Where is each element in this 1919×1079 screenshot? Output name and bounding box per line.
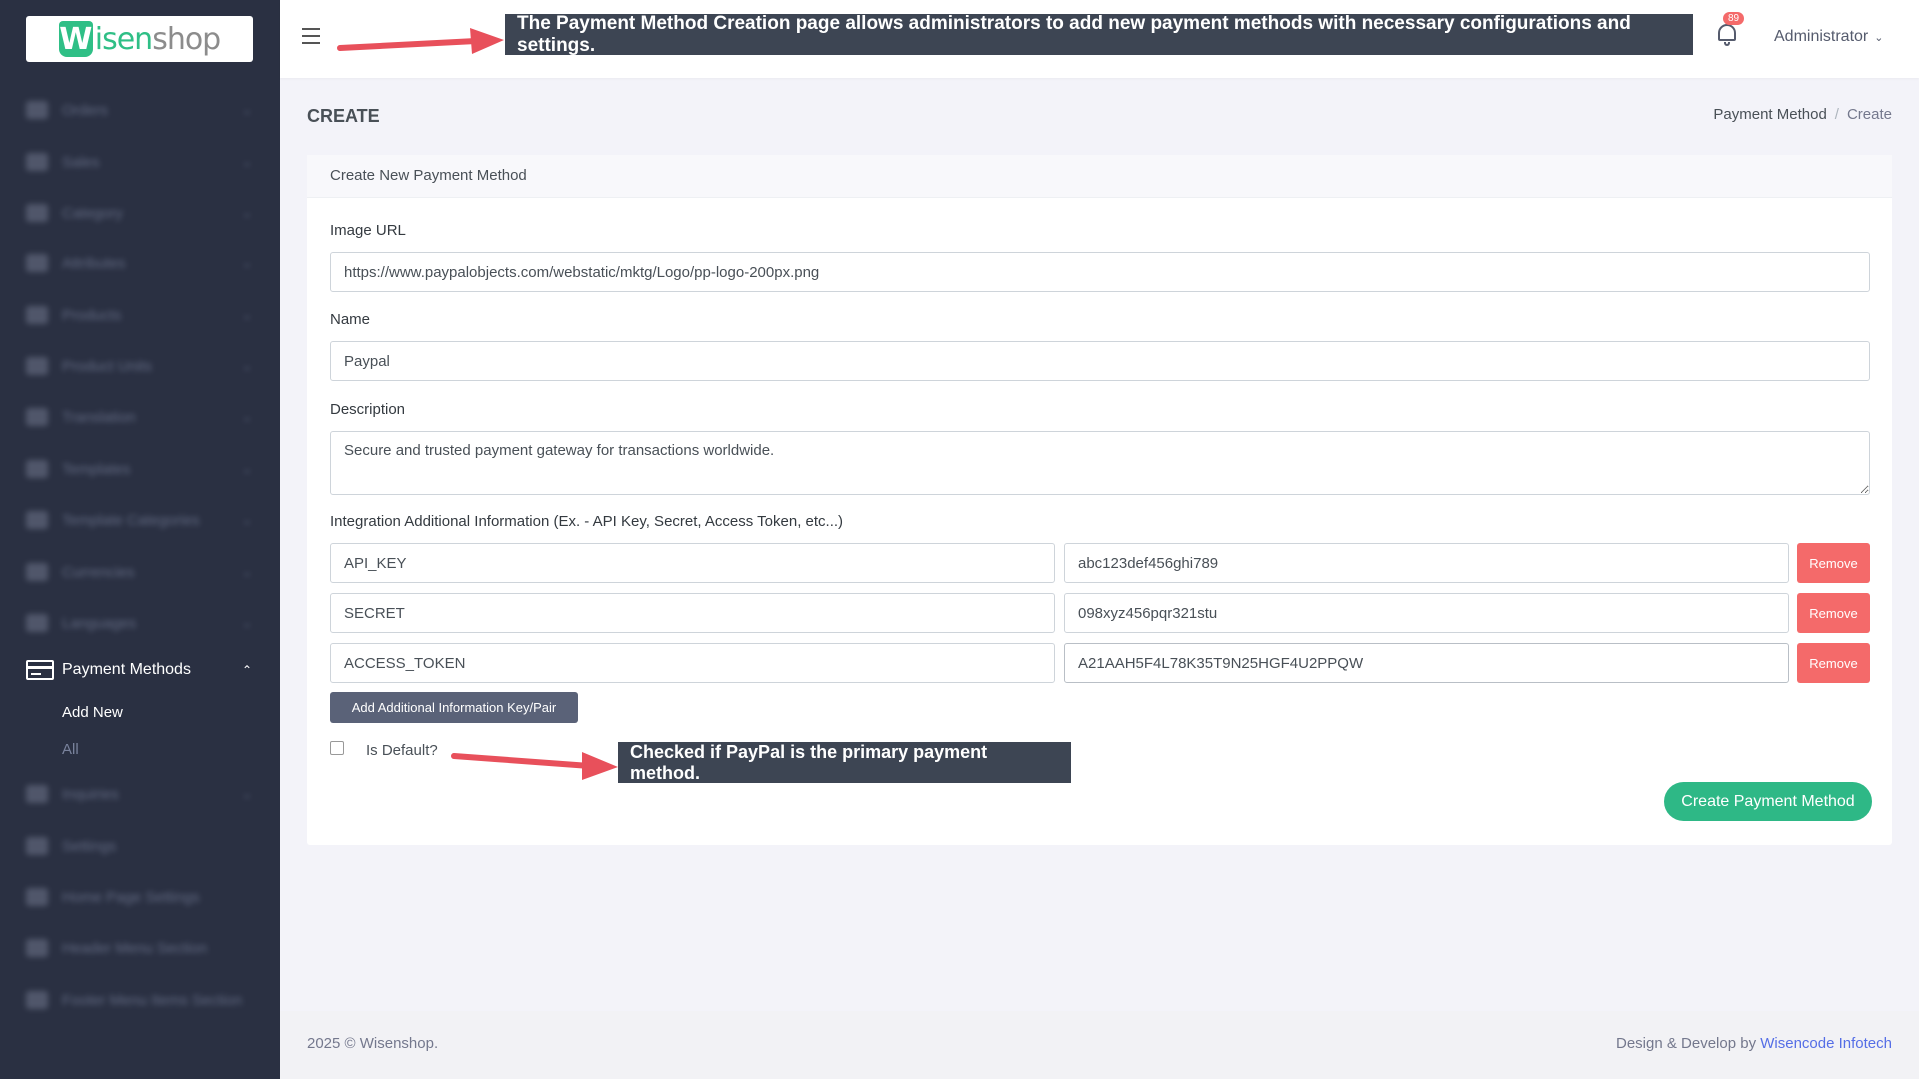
chevron-down-icon: ⌄ xyxy=(241,359,252,373)
sidebar-item-product-units[interactable]: Product Units ⌄ xyxy=(26,353,252,379)
notification-badge: 89 xyxy=(1723,12,1745,25)
sidebar-item-sales[interactable]: Sales ⌄ xyxy=(26,149,252,175)
user-menu[interactable]: Administrator ⌄ xyxy=(1774,28,1883,46)
sidebar-item-category[interactable]: Category ⌄ xyxy=(26,200,252,226)
pair-key-input[interactable] xyxy=(330,643,1055,683)
logo-mark-icon: W xyxy=(58,21,93,57)
sidebar-item-attributes[interactable]: Attributes ⌄ xyxy=(26,250,252,276)
chevron-down-icon: ⌄ xyxy=(241,155,252,169)
sidebar-item-currencies[interactable]: Currencies ⌄ xyxy=(26,559,252,585)
brand-logo[interactable]: W isenshop xyxy=(26,16,253,62)
chevron-down-icon: ⌄ xyxy=(241,103,252,117)
orders-icon xyxy=(26,101,48,119)
chevron-down-icon: ⌄ xyxy=(241,410,252,424)
templates-icon xyxy=(26,460,48,478)
remove-pair-button[interactable]: Remove xyxy=(1797,593,1870,633)
annotation-callout-top: The Payment Method Creation page allows … xyxy=(505,13,1693,56)
sidebar-item-translation[interactable]: Translation ⌄ xyxy=(26,404,252,430)
bell-icon[interactable] xyxy=(1716,22,1738,46)
name-input[interactable] xyxy=(330,341,1870,381)
sidebar: W isenshop Orders ⌄ Sales ⌄ Category ⌄ Attr… xyxy=(0,0,280,1079)
pair-value-input[interactable] xyxy=(1064,543,1789,583)
footer: 2025 © Wisenshop. Design & Develop by Wi… xyxy=(280,1011,1919,1079)
chevron-down-icon: ⌄ xyxy=(241,616,252,630)
hamburger-menu-icon[interactable] xyxy=(302,28,320,44)
sidebar-item-footer-menu[interactable]: Footer Menu Items Section xyxy=(26,987,252,1013)
languages-icon xyxy=(26,614,48,632)
add-pair-button[interactable]: Add Additional Information Key/Pair xyxy=(330,692,578,723)
annotation-arrow-icon xyxy=(337,28,504,54)
pair-value-input[interactable] xyxy=(1064,593,1789,633)
footer-menu-icon xyxy=(26,991,48,1009)
page-title: Create xyxy=(307,106,380,126)
sidebar-item-inquiries[interactable]: Inquiries ⌄ xyxy=(26,781,252,807)
annotation-arrow-icon xyxy=(451,752,618,780)
chevron-down-icon: ⌄ xyxy=(241,462,252,476)
sidebar-item-products[interactable]: Products ⌄ xyxy=(26,302,252,328)
sidebar-item-templates[interactable]: Templates ⌄ xyxy=(26,456,252,482)
template-categories-icon xyxy=(26,511,48,529)
remove-pair-button[interactable]: Remove xyxy=(1797,543,1870,583)
breadcrumb: Payment Method / Create xyxy=(1713,106,1892,123)
pair-key-input[interactable] xyxy=(330,543,1055,583)
inquiries-icon xyxy=(26,785,48,803)
description-label: Description xyxy=(330,401,406,418)
chevron-down-icon: ⌄ xyxy=(241,206,252,220)
credit-card-icon xyxy=(26,660,54,680)
image-url-input[interactable] xyxy=(330,252,1870,292)
sidebar-item-template-categories[interactable]: Template Categories ⌄ xyxy=(26,507,252,533)
footer-copyright: 2025 © Wisenshop. xyxy=(307,1035,439,1052)
header-menu-icon xyxy=(26,939,48,957)
create-form-card: Create New Payment Method Image URL Name… xyxy=(307,155,1892,845)
name-label: Name xyxy=(330,311,371,328)
remove-pair-button[interactable]: Remove xyxy=(1797,643,1870,683)
chevron-down-icon: ⌄ xyxy=(241,787,252,801)
currencies-icon xyxy=(26,563,48,581)
chevron-down-icon: ⌄ xyxy=(241,308,252,322)
card-title: Create New Payment Method xyxy=(330,167,527,184)
sales-icon xyxy=(26,153,48,171)
sidebar-item-settings[interactable]: Settings xyxy=(26,833,252,859)
breadcrumb-link-payment-method[interactable]: Payment Method xyxy=(1713,106,1826,123)
image-url-label: Image URL xyxy=(330,222,406,239)
is-default-checkbox[interactable] xyxy=(330,741,344,755)
attributes-icon xyxy=(26,254,48,272)
units-icon xyxy=(26,357,48,375)
translation-icon xyxy=(26,408,48,426)
logo-rest: shop xyxy=(152,21,221,57)
sidebar-sub-add-new[interactable]: Add New xyxy=(62,704,123,721)
description-textarea[interactable]: Secure and trusted payment gateway for t… xyxy=(330,431,1870,495)
is-default-label: Is Default? xyxy=(366,742,438,759)
sidebar-item-languages[interactable]: Languages ⌄ xyxy=(26,610,252,636)
sidebar-item-orders[interactable]: Orders ⌄ xyxy=(26,97,252,123)
products-icon xyxy=(26,306,48,324)
chevron-down-icon: ⌄ xyxy=(241,513,252,527)
logo-accent: isen xyxy=(94,21,153,57)
user-label: Administrator xyxy=(1774,28,1869,45)
footer-credit: Design & Develop by xyxy=(1616,1035,1757,1052)
sidebar-item-home-page-settings[interactable]: Home Page Settings xyxy=(26,884,252,910)
chevron-down-icon: ⌄ xyxy=(241,256,252,270)
sidebar-sub-all[interactable]: All xyxy=(62,741,79,758)
pair-value-input[interactable] xyxy=(1064,643,1789,683)
create-payment-method-button[interactable]: Create Payment Method xyxy=(1664,782,1872,821)
annotation-callout-bottom: Checked if PayPal is the primary payment… xyxy=(618,742,1071,783)
integration-label: Integration Additional Information (Ex. … xyxy=(330,513,844,530)
pair-key-input[interactable] xyxy=(330,593,1055,633)
chevron-up-icon: ⌃ xyxy=(241,663,252,677)
chevron-down-icon: ⌄ xyxy=(1874,32,1884,44)
sidebar-item-header-menu[interactable]: Header Menu Section xyxy=(26,935,252,961)
footer-credit-link[interactable]: Wisencode Infotech xyxy=(1760,1035,1892,1052)
category-icon xyxy=(26,204,48,222)
settings-icon xyxy=(26,837,48,855)
sidebar-item-payment-methods[interactable]: Payment Methods ⌃ xyxy=(26,656,252,684)
breadcrumb-current: Create xyxy=(1846,106,1892,123)
home-settings-icon xyxy=(26,888,48,906)
chevron-down-icon: ⌄ xyxy=(241,565,252,579)
